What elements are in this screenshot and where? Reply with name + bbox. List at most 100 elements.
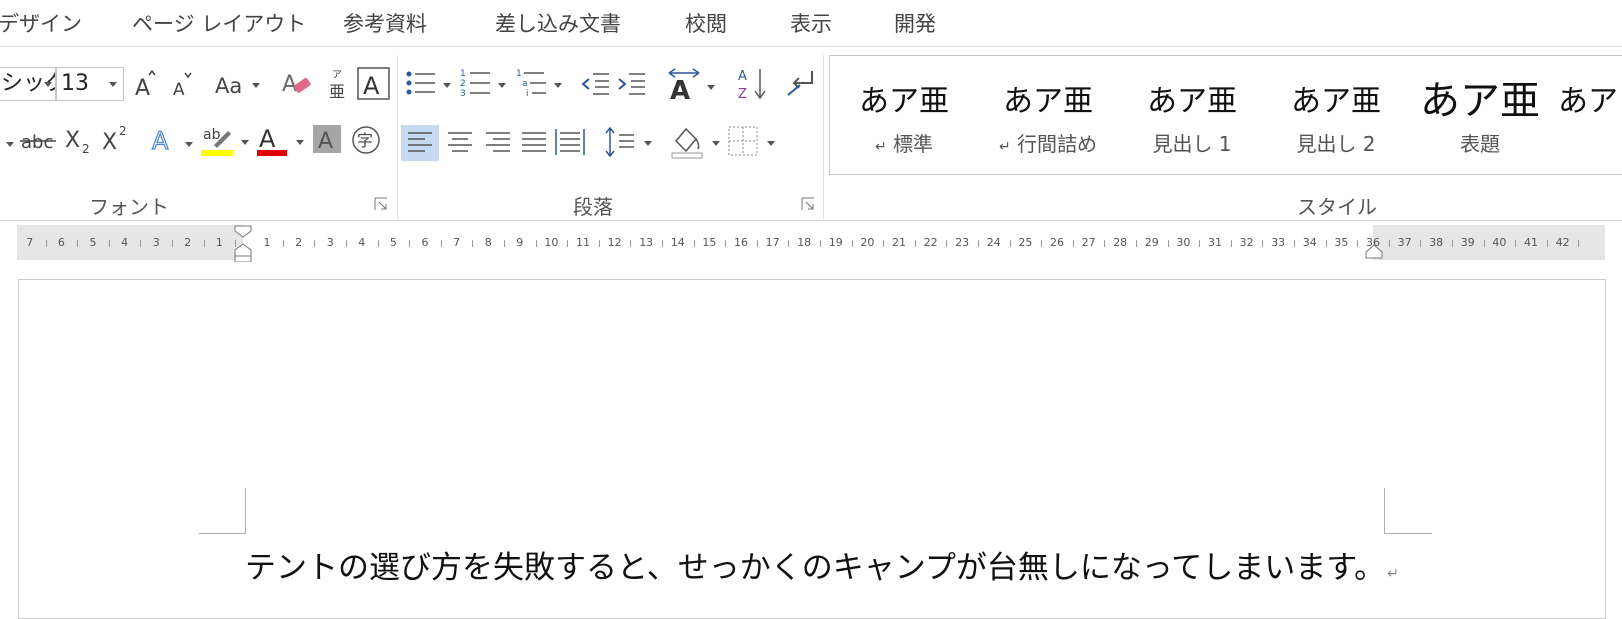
sort-icon[interactable]: A Z — [738, 67, 770, 101]
style-heading-1[interactable]: あア亜 見出し 1 — [1122, 56, 1262, 174]
ruler-tick — [472, 240, 474, 247]
document-text: テントの選び方を失敗すると、せっかくのキャンプが台無しになってしまいます。 — [245, 550, 1386, 586]
shrink-font-icon[interactable]: A — [171, 71, 195, 99]
align-center-icon[interactable] — [442, 125, 478, 161]
ruler-number: 7 — [453, 236, 461, 249]
multilevel-list-icon[interactable]: 1 a i — [516, 67, 568, 101]
paragraph-dialog-launcher-icon[interactable] — [801, 197, 815, 211]
ruler-tick — [282, 240, 284, 247]
tab-review[interactable]: 校閲 — [685, 8, 727, 38]
ruler-tick — [377, 240, 379, 247]
borders-icon[interactable] — [727, 125, 781, 161]
document-page[interactable]: テントの選び方を失敗すると、せっかくのキャンプが台無しになってしまいます。 ↵ — [18, 279, 1606, 619]
underline-dropdown-icon[interactable] — [6, 142, 14, 147]
horizontal-ruler[interactable]: 7 6 5 4 3 2 1 1 2 3 4 5 6 7 8 9 10 11 12 13 14 15 16 17 18 19 20 21… — [17, 225, 1605, 263]
line-spacing-icon[interactable] — [604, 125, 656, 161]
styles-group-label: スタイル — [1297, 195, 1377, 219]
ruler-tick — [108, 240, 110, 247]
justify-icon[interactable] — [516, 125, 552, 161]
align-left-button[interactable] — [401, 125, 439, 161]
ruler-tick — [598, 240, 600, 247]
tab-references[interactable]: 参考資料 — [343, 8, 427, 38]
ruler-tick — [693, 240, 695, 247]
ruler-number: 40 — [1492, 236, 1507, 249]
ruler-number: 1 — [215, 236, 223, 249]
ruler-tick — [1136, 240, 1137, 247]
crop-mark — [245, 488, 246, 534]
ruler-number: 21 — [892, 236, 906, 249]
svg-text:ab: ab — [203, 127, 221, 143]
tab-design[interactable]: デザイン — [0, 8, 82, 38]
align-right-icon[interactable] — [480, 125, 516, 161]
ruler-tick — [1483, 240, 1485, 247]
font-color-icon[interactable]: A — [256, 123, 308, 159]
font-dialog-launcher-icon[interactable] — [374, 197, 388, 211]
first-line-indent-marker[interactable] — [234, 225, 252, 263]
distributed-icon[interactable] — [553, 125, 589, 161]
character-border-icon[interactable]: A — [357, 67, 391, 101]
svg-text:X: X — [65, 128, 80, 153]
shading-icon[interactable] — [670, 123, 724, 161]
svg-text:1: 1 — [460, 69, 466, 79]
character-spacing-icon[interactable]: A — [667, 67, 717, 101]
ruler-tick — [567, 240, 569, 247]
svg-text:A: A — [738, 69, 747, 84]
align-left-icon — [408, 132, 432, 152]
character-shading-icon[interactable]: A — [313, 125, 343, 155]
ruler-number: 3 — [326, 236, 334, 249]
subscript-icon[interactable]: X 2 — [64, 125, 94, 157]
ribbon: シック 13 A A Aa A ア 亜 A abc X 2 X — [0, 46, 1622, 221]
numbering-icon[interactable]: 1 2 3 — [460, 67, 512, 101]
ruler-number: 14 — [670, 236, 685, 249]
svg-text:A: A — [152, 127, 169, 155]
ruler-tick — [203, 240, 205, 247]
tab-mailings[interactable]: 差し込み文書 — [495, 8, 621, 38]
ruler-tick — [1357, 240, 1359, 247]
document-area: テントの選び方を失敗すると、せっかくのキャンプが台無しになってしまいます。 ↵ — [0, 262, 1622, 619]
ruler-number: 37 — [1397, 236, 1412, 249]
text-effects-icon[interactable]: A — [151, 125, 197, 157]
tab-view[interactable]: 表示 — [790, 8, 832, 38]
style-no-spacing[interactable]: あア亜 ↵ 行間詰め — [978, 56, 1118, 174]
change-case-icon[interactable]: Aa — [215, 71, 263, 99]
style-normal[interactable]: あア亜 ↵ 標準 — [834, 56, 974, 174]
font-size-dropdown-icon[interactable] — [109, 82, 117, 87]
show-hide-marks-icon[interactable] — [786, 69, 816, 99]
style-subtitle[interactable]: あア 副 — [1554, 56, 1622, 174]
tab-developer[interactable]: 開発 — [894, 8, 936, 38]
svg-text:Z: Z — [738, 87, 747, 101]
svg-text:2: 2 — [460, 79, 466, 89]
decrease-indent-icon[interactable] — [581, 71, 611, 97]
ruler-number: 11 — [576, 236, 590, 249]
strikethrough-icon[interactable]: abc — [20, 127, 58, 155]
ruler-number: 9 — [516, 236, 524, 249]
svg-text:ア: ア — [332, 70, 342, 81]
ruler-number: 18 — [797, 236, 812, 249]
right-indent-marker[interactable] — [1365, 243, 1383, 259]
style-title[interactable]: あア亜 表題 — [1410, 56, 1550, 174]
style-heading-2[interactable]: あア亜 見出し 2 — [1266, 56, 1406, 174]
ruler-number: 15 — [702, 236, 717, 249]
enclose-characters-icon[interactable]: 字 — [351, 125, 383, 157]
ruler-number: 23 — [955, 236, 970, 249]
ruler-tick — [409, 240, 411, 247]
superscript-icon[interactable]: X 2 — [101, 123, 131, 155]
highlight-color-icon[interactable]: ab — [200, 123, 254, 159]
clear-formatting-icon[interactable]: A — [282, 67, 314, 99]
style-name: 見出し 1 — [1152, 132, 1232, 156]
document-paragraph[interactable]: テントの選び方を失敗すると、せっかくのキャンプが台無しになってしまいます。 ↵ — [245, 542, 1399, 587]
svg-text:a: a — [522, 79, 528, 89]
ruler-number: 30 — [1176, 236, 1191, 249]
increase-indent-icon[interactable] — [617, 71, 647, 97]
ruler-tick — [140, 240, 142, 247]
ruler-number: 39 — [1460, 236, 1475, 249]
phonetic-guide-icon[interactable]: ア 亜 — [327, 67, 353, 101]
ruler-number: 13 — [639, 236, 654, 249]
tab-page-layout[interactable]: ページ レイアウト — [132, 8, 306, 38]
group-separator — [397, 55, 398, 219]
grow-font-icon[interactable]: A — [133, 69, 159, 99]
font-name-dropdown-icon[interactable] — [44, 82, 52, 87]
ruler-number: 10 — [544, 236, 559, 249]
ruler-tick — [662, 240, 663, 247]
bullets-icon[interactable] — [405, 69, 455, 99]
